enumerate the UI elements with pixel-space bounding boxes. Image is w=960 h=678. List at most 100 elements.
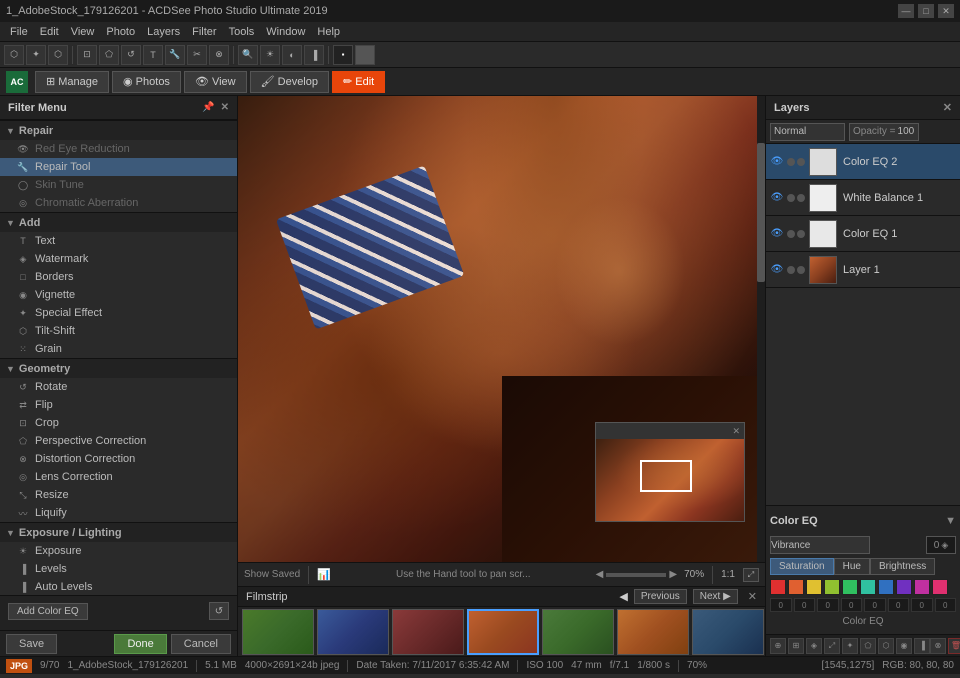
tool-icon-5[interactable]: ⬠ <box>99 45 119 65</box>
layer-dot-3a[interactable] <box>787 230 795 238</box>
layer-dot-4a[interactable] <box>787 266 795 274</box>
thumb-4-selected[interactable] <box>467 609 539 655</box>
lt-icon-2[interactable]: ⊞ <box>788 638 804 654</box>
tab-edit[interactable]: ✏ Edit <box>332 71 385 93</box>
layer-vis-3[interactable]: 👁 <box>770 227 784 241</box>
lt-icon-3[interactable]: ◈ <box>806 638 822 654</box>
filter-pin-icon[interactable]: 📌 <box>202 102 214 113</box>
navigator-close-icon[interactable]: ✕ <box>732 426 740 437</box>
menu-help[interactable]: Help <box>311 22 346 42</box>
zoom-minus-button[interactable]: ◀ <box>596 569 604 580</box>
layer-dot-4b[interactable] <box>797 266 805 274</box>
lt-icon-6[interactable]: ⬠ <box>860 638 876 654</box>
filter-chromatic[interactable]: ◎ Chromatic Aberration <box>0 194 237 212</box>
tool-icon-7[interactable]: T <box>143 45 163 65</box>
filter-auto-levels[interactable]: ▐ Auto Levels <box>0 578 237 595</box>
filter-tilt-shift[interactable]: ⬡ Tilt-Shift <box>0 322 237 340</box>
swatch-pink[interactable] <box>932 579 948 595</box>
thumb-1[interactable] <box>242 609 314 655</box>
filter-vignette[interactable]: ◉ Vignette <box>0 286 237 304</box>
minimize-button[interactable]: — <box>898 4 914 18</box>
tool-icon-12[interactable]: ◐ <box>282 45 302 65</box>
vibrance-select[interactable]: Vibrance Hue/Saturation <box>770 536 870 554</box>
tab-manage[interactable]: ⊞ Manage <box>35 71 109 93</box>
layers-close-icon[interactable]: ✕ <box>943 101 952 114</box>
fit-button[interactable]: ⤢ <box>743 568 759 582</box>
layer-color-eq-2[interactable]: 👁 Color EQ 2 <box>766 144 960 180</box>
eq-tab-saturation[interactable]: Saturation <box>770 558 834 575</box>
filter-text[interactable]: T Text <box>0 232 237 250</box>
maximize-button[interactable]: □ <box>918 4 934 18</box>
menu-view[interactable]: View <box>65 22 101 42</box>
blend-mode-select[interactable]: Normal Multiply Screen <box>770 123 845 141</box>
lt-merge-icon[interactable]: ⊗ <box>930 638 946 654</box>
menu-tools[interactable]: Tools <box>223 22 261 42</box>
add-color-eq-button[interactable]: Add Color EQ <box>8 603 88 620</box>
tool-zoom-in[interactable]: 🔍 <box>238 45 258 65</box>
menu-layers[interactable]: Layers <box>141 22 186 42</box>
cancel-button[interactable]: Cancel <box>171 634 231 654</box>
filter-exposure[interactable]: ☀ Exposure <box>0 542 237 560</box>
canvas-scroll-thumb[interactable] <box>757 143 765 283</box>
thumb-7[interactable] <box>692 609 764 655</box>
ratio-label[interactable]: 1:1 <box>721 569 735 580</box>
filter-flip[interactable]: ⇄ Flip <box>0 396 237 414</box>
layer-dot-3b[interactable] <box>797 230 805 238</box>
filter-resize[interactable]: ⤡ Resize <box>0 486 237 504</box>
section-geometry[interactable]: ▼ Geometry <box>0 358 237 378</box>
filter-liquify[interactable]: 〰 Liquify <box>0 504 237 522</box>
zoom-slider[interactable] <box>606 573 666 577</box>
layer-dot-1b[interactable] <box>797 158 805 166</box>
menu-file[interactable]: File <box>4 22 34 42</box>
lt-icon-1[interactable]: ⊕ <box>770 638 786 654</box>
close-button[interactable]: ✕ <box>938 4 954 18</box>
layer-dot-2a[interactable] <box>787 194 795 202</box>
tool-icon-11[interactable]: ☀ <box>260 45 280 65</box>
swatch-yellow-green[interactable] <box>824 579 840 595</box>
swatch-orange[interactable] <box>788 579 804 595</box>
done-button[interactable]: Done <box>114 634 166 654</box>
tool-icon-9[interactable]: ✂ <box>187 45 207 65</box>
filter-repair-tool[interactable]: 🔧 Repair Tool <box>0 158 237 176</box>
zoom-plus-button[interactable]: ▶ <box>669 569 677 580</box>
filmstrip-close-button[interactable]: ✕ <box>748 590 757 603</box>
layer-vis-1[interactable]: 👁 <box>770 155 784 169</box>
swatch-purple[interactable] <box>896 579 912 595</box>
thumb-2[interactable] <box>317 609 389 655</box>
swatch-red[interactable] <box>770 579 786 595</box>
thumb-6[interactable] <box>617 609 689 655</box>
lt-icon-9[interactable]: ▐ <box>914 638 930 654</box>
reset-button[interactable]: ↺ <box>209 602 229 620</box>
section-add[interactable]: ▼ Add <box>0 212 237 232</box>
filter-lens[interactable]: ◎ Lens Correction <box>0 468 237 486</box>
section-repair[interactable]: ▼ Repair <box>0 120 237 140</box>
tool-icon-3[interactable]: ⬡ <box>48 45 68 65</box>
filter-special-effect[interactable]: ✦ Special Effect <box>0 304 237 322</box>
tool-color-fg[interactable]: ▪ <box>333 45 353 65</box>
filter-red-eye[interactable]: 👁 Red Eye Reduction <box>0 140 237 158</box>
tab-photos[interactable]: ◉ Photos <box>112 71 181 93</box>
vibrance-stepper[interactable]: ◈ <box>941 540 948 551</box>
layer-white-balance[interactable]: 👁 White Balance 1 <box>766 180 960 216</box>
lt-icon-8[interactable]: ◉ <box>896 638 912 654</box>
swatch-cyan[interactable] <box>860 579 876 595</box>
tab-develop[interactable]: 🖌 Develop <box>250 71 329 93</box>
tool-icon-1[interactable]: ⬡ <box>4 45 24 65</box>
tool-icon-6[interactable]: ↺ <box>121 45 141 65</box>
tool-icon-4[interactable]: ⊡ <box>77 45 97 65</box>
canvas-scrollbar[interactable] <box>757 96 765 562</box>
filter-distortion[interactable]: ⊗ Distortion Correction <box>0 450 237 468</box>
canvas-container[interactable]: ✕ <box>238 96 765 562</box>
tool-icon-10[interactable]: ⊗ <box>209 45 229 65</box>
filter-perspective[interactable]: ⬠ Perspective Correction <box>0 432 237 450</box>
vibrance-number[interactable]: 0 <box>934 540 940 551</box>
filmstrip-prev-icon[interactable]: ◀ <box>619 590 627 603</box>
layer-color-eq-1[interactable]: 👁 Color EQ 1 <box>766 216 960 252</box>
layer-layer1[interactable]: 👁 Layer 1 <box>766 252 960 288</box>
layer-dot-1a[interactable] <box>787 158 795 166</box>
filmstrip-next-button[interactable]: Next ▶ <box>693 589 738 604</box>
tool-icon-2[interactable]: ✦ <box>26 45 46 65</box>
swatch-green[interactable] <box>842 579 858 595</box>
opacity-value[interactable]: 100 <box>898 126 915 137</box>
histogram-icon[interactable]: 📊 <box>317 568 331 581</box>
